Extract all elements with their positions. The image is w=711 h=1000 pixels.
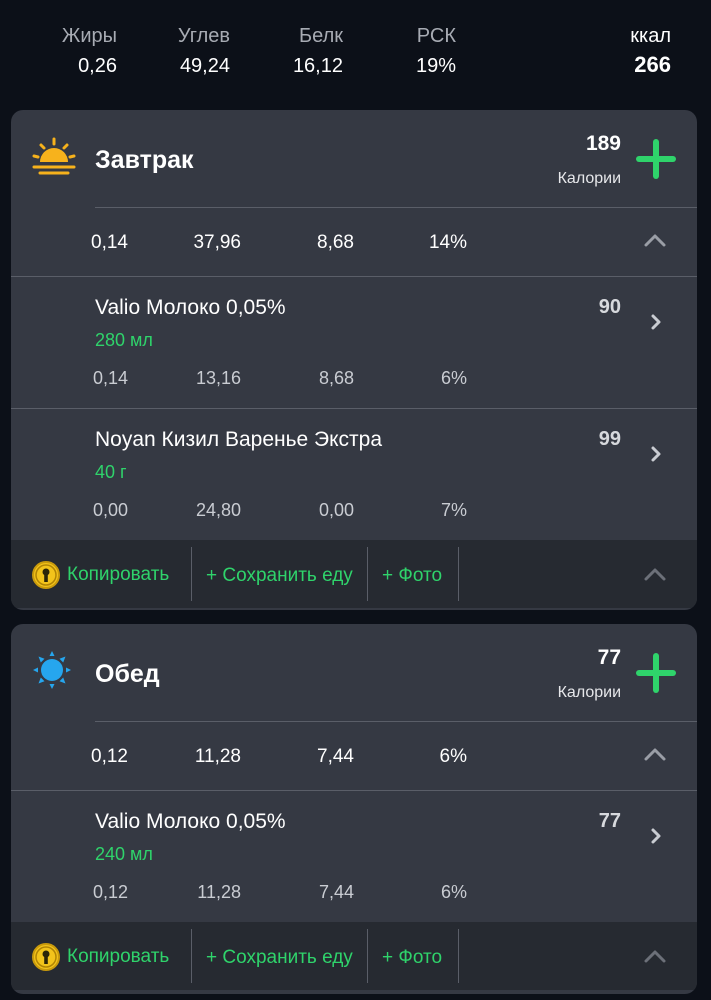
- macro-rsk: 6%: [439, 746, 467, 767]
- summary-rsk-value: 19%: [415, 55, 456, 77]
- daily-summary: Жиры 0,26 Углев 49,24 Белк 16,12 РСК 19%…: [0, 0, 711, 110]
- food-macro-protein: 8,68: [318, 368, 354, 388]
- food-name: Valio Молоко 0,05%: [95, 810, 286, 833]
- sunrise-icon: [32, 137, 76, 175]
- macro-rsk: 14%: [428, 232, 467, 253]
- summary-carbs-label: Углев: [177, 25, 230, 47]
- divider: [458, 929, 459, 983]
- food-item[interactable]: Noyan Кизил Варенье Экстра 40 г 99 0,00 …: [11, 408, 697, 540]
- copy-button[interactable]: Копировать: [31, 560, 169, 590]
- food-kcal: 90: [598, 296, 621, 318]
- food-macro-carbs: 24,80: [195, 500, 241, 520]
- summary-protein-value: 16,12: [292, 55, 343, 77]
- food-quantity: 40 г: [95, 462, 127, 482]
- meal-kcal: 189: [585, 132, 621, 155]
- copy-button-label: Копировать: [67, 946, 170, 967]
- food-macro-protein: 7,44: [318, 882, 354, 902]
- collapse-chevron-up-icon[interactable]: [643, 948, 667, 964]
- chevron-right-icon[interactable]: [649, 312, 663, 332]
- food-quantity: 240 мл: [95, 844, 153, 864]
- summary-rsk-label: РСК: [416, 25, 456, 47]
- premium-key-icon: [32, 943, 60, 971]
- macro-carbs: 37,96: [193, 232, 241, 253]
- summary-rsk: РСК 19%: [380, 24, 456, 78]
- meal-header[interactable]: Завтрак 189 Калории: [11, 110, 697, 208]
- copy-button[interactable]: Копировать: [31, 942, 169, 972]
- meal-actions-bar: Копировать + Сохранить еду + Фото: [11, 922, 697, 990]
- food-macro-fat: 0,14: [92, 368, 128, 388]
- food-kcal: 77: [598, 810, 621, 832]
- summary-kcal-label: ккал: [630, 25, 671, 47]
- divider: [367, 929, 368, 983]
- add-food-icon[interactable]: [635, 138, 677, 180]
- summary-protein: Белк 16,12: [260, 24, 343, 78]
- food-macro-rsk: 6%: [440, 882, 467, 902]
- sun-icon: [33, 651, 71, 689]
- meal-kcal-label: Калории: [557, 170, 621, 187]
- add-photo-button[interactable]: + Фото: [382, 565, 442, 587]
- chevron-right-icon[interactable]: [649, 444, 663, 464]
- meal-header[interactable]: Обед 77 Калории: [11, 624, 697, 722]
- divider: [367, 547, 368, 601]
- summary-carbs: Углев 49,24: [150, 24, 230, 78]
- divider: [191, 547, 192, 601]
- premium-key-icon: [32, 561, 60, 589]
- meal-kcal-label: Калории: [557, 684, 621, 701]
- macro-carbs: 11,28: [194, 746, 241, 767]
- food-quantity: 280 мл: [95, 330, 153, 350]
- summary-kcal: ккал 266: [560, 24, 671, 77]
- food-macro-carbs: 13,16: [195, 368, 241, 388]
- summary-fat-value: 0,26: [78, 55, 117, 77]
- food-kcal: 99: [598, 428, 621, 450]
- add-photo-button[interactable]: + Фото: [382, 947, 442, 969]
- divider: [191, 929, 192, 983]
- food-name: Valio Молоко 0,05%: [95, 296, 286, 319]
- macro-protein: 8,68: [317, 232, 354, 253]
- collapse-chevron-up-icon[interactable]: [643, 746, 667, 762]
- meal-kcal: 77: [597, 646, 621, 669]
- collapse-chevron-up-icon[interactable]: [643, 232, 667, 248]
- collapse-chevron-up-icon[interactable]: [643, 566, 667, 582]
- meal-actions-bar: Копировать + Сохранить еду + Фото: [11, 540, 697, 608]
- meal-title: Обед: [95, 660, 160, 688]
- meal-card-lunch: Обед 77 Калории 0,12 11,28 7,44 6% Valio…: [11, 624, 697, 994]
- food-item[interactable]: Valio Молоко 0,05% 280 мл 90 0,14 13,16 …: [11, 276, 697, 408]
- save-food-button[interactable]: + Сохранить еду: [206, 565, 353, 587]
- summary-kcal-value: 266: [634, 52, 671, 77]
- food-macro-fat: 0,00: [92, 500, 128, 520]
- meal-macro-row[interactable]: 0,14 37,96 8,68 14%: [11, 208, 697, 276]
- summary-protein-label: Белк: [298, 25, 343, 47]
- chevron-right-icon[interactable]: [649, 826, 663, 846]
- food-macro-protein: 0,00: [318, 500, 354, 520]
- divider: [458, 547, 459, 601]
- summary-fat-label: Жиры: [61, 25, 117, 47]
- summary-fat: Жиры 0,26: [40, 24, 117, 78]
- food-macro-carbs: 11,28: [197, 882, 241, 902]
- food-macro-rsk: 6%: [440, 368, 467, 388]
- food-item[interactable]: Valio Молоко 0,05% 240 мл 77 0,12 11,28 …: [11, 790, 697, 922]
- summary-carbs-value: 49,24: [179, 55, 230, 77]
- meal-macro-row[interactable]: 0,12 11,28 7,44 6%: [11, 722, 697, 790]
- food-macro-rsk: 7%: [440, 500, 467, 520]
- meal-card-breakfast: Завтрак 189 Калории 0,14 37,96 8,68 14% …: [11, 110, 697, 610]
- food-macro-fat: 0,12: [92, 882, 128, 902]
- food-name: Noyan Кизил Варенье Экстра: [95, 428, 383, 451]
- macro-fat: 0,14: [91, 232, 128, 253]
- macro-protein: 7,44: [317, 746, 354, 767]
- copy-button-label: Копировать: [67, 564, 170, 585]
- save-food-button[interactable]: + Сохранить еду: [206, 947, 353, 969]
- macro-fat: 0,12: [91, 746, 128, 767]
- add-food-icon[interactable]: [635, 652, 677, 694]
- meal-title: Завтрак: [95, 146, 194, 174]
